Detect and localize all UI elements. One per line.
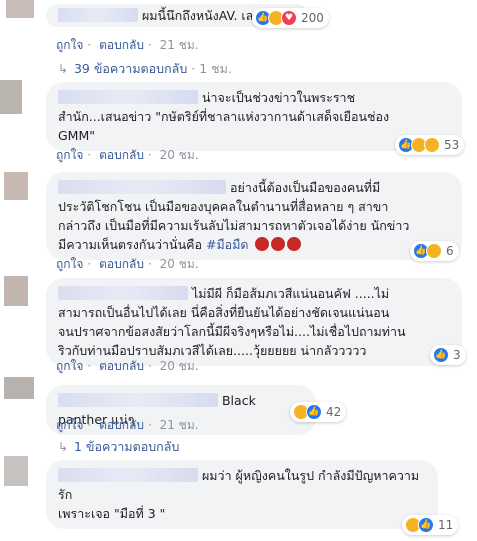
comment-text-line: ไม่มีผี ก็มือส้มภเวสีแน่นอนคัฟ .....ไม่ [191, 286, 390, 301]
timestamp[interactable]: 20 ชม. [160, 359, 199, 373]
reaction-summary[interactable]: 👍 3 [430, 345, 466, 365]
reaction-count: 6 [446, 244, 454, 258]
comment-actions: ถูกใจ · ตอบกลับ · 20 ชม. [56, 359, 199, 373]
reaction-count: 42 [326, 405, 342, 419]
avatar[interactable] [4, 276, 28, 306]
comment-text-line: ประวัติโชกโชน เป็นมือของบุคคลในตำนานที่ส… [58, 199, 389, 214]
like-link[interactable]: ถูกใจ [56, 148, 83, 162]
reaction-count: 53 [444, 138, 460, 152]
devil-emoji-icon [270, 237, 285, 251]
like-link[interactable]: ถูกใจ [56, 359, 83, 373]
reply-arrow-icon: ↳ [58, 440, 69, 454]
like-icon: 👍 [418, 517, 434, 533]
reaction-count: 3 [453, 348, 461, 362]
replies-label[interactable]: 39 ข้อความตอบกลับ [74, 61, 187, 76]
comment-text-line: จนปราศจากข้อสงสัยว่าโลกนี้มีผีจริงๆหรือไ… [58, 324, 406, 339]
sad-icon [426, 243, 442, 259]
like-icon: 👍 [306, 404, 322, 420]
reaction-summary[interactable]: 👍 42 [290, 402, 347, 422]
like-icon: 👍 [433, 347, 449, 363]
view-replies-link[interactable]: ↳ 39 ข้อความตอบกลับ · 1 ชม. [58, 59, 232, 79]
replies-time: 1 ชม. [199, 61, 232, 76]
comment-text-line: น่าจะเป็นช่วงข่าวในพระราช [201, 90, 356, 105]
timestamp[interactable]: 20 ชม. [160, 148, 199, 162]
heart-icon: ♥ [281, 10, 297, 26]
comment-text: ผมนี้นึกถึงหนังAV. เลย [141, 8, 261, 23]
avatar[interactable] [0, 80, 22, 114]
author-name[interactable] [58, 286, 188, 300]
comment-text-line: มีความเห็นตรงกันว่านั่นคือ [58, 237, 202, 252]
devil-emoji-icon [254, 237, 269, 251]
avatar[interactable] [4, 172, 28, 200]
comment-actions: ถูกใจ · ตอบกลับ · 20 ชม. [56, 257, 199, 271]
reaction-summary[interactable]: 👍 ♥ 200 [252, 8, 329, 28]
comment-text-line: รัก [58, 487, 73, 502]
reply-arrow-icon: ↳ [58, 62, 69, 76]
comment-bubble: อย่างนี้ต้องเป็นมือของคนที่มี ประวัติโชก… [46, 172, 462, 260]
comment-text-line: เพราะเจอ "มือที่ 3 " [58, 506, 166, 521]
author-name[interactable] [58, 180, 226, 194]
like-link[interactable]: ถูกใจ [56, 418, 83, 432]
reaction-summary[interactable]: 👍 53 [395, 135, 465, 155]
hashtag-link[interactable]: #มือมืด [206, 237, 249, 252]
comment-actions: ถูกใจ · ตอบกลับ · 20 ชม. [56, 148, 199, 162]
reply-link[interactable]: ตอบกลับ [99, 359, 144, 373]
reaction-count: 11 [438, 518, 454, 532]
reaction-summary[interactable]: 👍 6 [410, 241, 459, 261]
reply-link[interactable]: ตอบกลับ [99, 148, 144, 162]
comment-actions: ถูกใจ · ตอบกลับ · 21 ชม. [56, 418, 199, 432]
like-link[interactable]: ถูกใจ [56, 257, 83, 271]
reply-link[interactable]: ตอบกลับ [99, 38, 144, 52]
reaction-count: 200 [301, 11, 324, 25]
comment-bubble: ไม่มีผี ก็มือส้มภเวสีแน่นอนคัฟ .....ไม่ … [46, 278, 462, 366]
avatar[interactable] [4, 377, 34, 399]
timestamp[interactable]: 21 ชม. [160, 418, 199, 432]
author-name[interactable] [58, 393, 218, 407]
devil-emoji-icon [286, 237, 301, 251]
timestamp[interactable]: 20 ชม. [160, 257, 199, 271]
author-name[interactable] [58, 8, 138, 22]
comment-text-line: กล่าวถึง เป็นมือที่มีความเร้นลับไม่สามาร… [58, 218, 410, 233]
comment-text-line: สามารถเป็นอื่นไปได้เลย นี่คือสิ่งที่ยืนย… [58, 305, 390, 320]
wow-icon [424, 137, 440, 153]
comment-text-line: GMM" [58, 128, 96, 143]
comment-bubble: ผมว่า ผู้หญิงคนในรูป กำลังมีปัญหาความ รั… [46, 460, 438, 529]
reply-link[interactable]: ตอบกลับ [99, 257, 144, 271]
comment-text-line: อย่างนี้ต้องเป็นมือของคนที่มี [229, 180, 381, 195]
reaction-summary[interactable]: 👍 11 [402, 515, 459, 535]
avatar[interactable] [4, 456, 28, 486]
timestamp[interactable]: 21 ชม. [160, 38, 199, 52]
replies-label[interactable]: 1 ข้อความตอบกลับ [74, 439, 179, 454]
author-name[interactable] [58, 468, 198, 482]
avatar[interactable] [6, 0, 34, 18]
like-link[interactable]: ถูกใจ [56, 38, 83, 52]
author-name[interactable] [58, 90, 198, 104]
comment-text-line: ผมว่า ผู้หญิงคนในรูป กำลังมีปัญหาความ [201, 468, 420, 483]
comment-text-line: สำนัก...เสนอข่าว "กษัตริย์ที่ชาลาแห่งวาก… [58, 109, 390, 124]
reply-link[interactable]: ตอบกลับ [99, 418, 144, 432]
comment-actions: ถูกใจ · ตอบกลับ · 21 ชม. [56, 38, 199, 52]
view-replies-link[interactable]: ↳ 1 ข้อความตอบกลับ [58, 437, 179, 457]
